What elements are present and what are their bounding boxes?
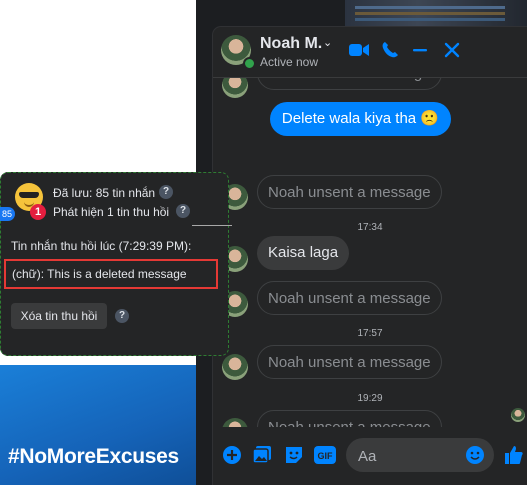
like-icon[interactable] bbox=[503, 444, 525, 466]
outgoing-message[interactable]: Delete wala kiya tha 🙁 bbox=[269, 102, 451, 136]
seen-avatar bbox=[511, 408, 525, 422]
gif-icon[interactable]: GIF bbox=[314, 444, 336, 466]
message-input-container bbox=[346, 438, 494, 474]
recalled-detected-text: Phát hiện 1 tin thu hồi bbox=[53, 205, 170, 219]
saved-messages-text: Đã lưu: 85 tin nhắn bbox=[53, 186, 156, 200]
deleted-message-text: (chữ): This is a deleted message bbox=[12, 267, 187, 281]
sender-avatar bbox=[222, 354, 248, 380]
background-thumbnail bbox=[345, 0, 527, 30]
message-input[interactable] bbox=[356, 438, 470, 474]
incoming-message[interactable]: Kaisa laga bbox=[257, 236, 350, 270]
unsent-message: Noah unsent a message bbox=[257, 410, 442, 427]
help-icon[interactable]: ? bbox=[115, 309, 129, 323]
sender-avatar bbox=[222, 418, 248, 427]
delete-recalled-button[interactable]: Xóa tin thu hồi bbox=[11, 303, 107, 329]
timestamp: 17:34 bbox=[357, 222, 383, 233]
unsent-message: Noah unsent a message bbox=[257, 281, 442, 315]
video-call-icon[interactable] bbox=[346, 37, 372, 63]
sticker-icon[interactable] bbox=[283, 444, 305, 466]
emoji-icon[interactable] bbox=[464, 444, 486, 466]
recalled-time-label: Tin nhắn thu hồi lúc (7:29:39 PM): bbox=[11, 239, 192, 253]
message-list[interactable]: Noah unsent a message Delete wala kiya t… bbox=[213, 78, 527, 427]
timestamp: 17:57 bbox=[357, 328, 383, 339]
deleted-message-box: (chữ): This is a deleted message bbox=[4, 259, 218, 289]
recall-detector-popup: 85 1 Đã lưu: 85 tin nhắn ? Phát hiện 1 t… bbox=[0, 172, 232, 356]
connector-line bbox=[192, 225, 232, 226]
chevron-down-icon[interactable]: ⌄ bbox=[323, 36, 332, 49]
unsent-message: Noah unsent a message bbox=[257, 345, 442, 379]
hashtag-text: #NoMoreExcuses bbox=[8, 445, 179, 468]
active-status: Active now bbox=[260, 55, 319, 69]
timestamp: 19:29 bbox=[357, 393, 383, 404]
minimize-icon[interactable] bbox=[407, 37, 433, 63]
chat-window: Noah M. ⌄ Active now Noah unsent a messa… bbox=[213, 27, 527, 485]
saved-count-badge: 85 bbox=[0, 207, 15, 221]
plus-icon[interactable] bbox=[221, 444, 243, 466]
outgoing-message-text: Delete wala kiya tha bbox=[281, 110, 417, 127]
help-icon[interactable]: ? bbox=[159, 185, 173, 199]
photo-icon[interactable] bbox=[251, 444, 273, 466]
close-icon[interactable] bbox=[439, 37, 465, 63]
background-header-strip bbox=[0, 0, 196, 40]
unsent-message: Noah unsent a message bbox=[257, 175, 442, 209]
notification-badge: 1 bbox=[30, 204, 46, 220]
contact-name[interactable]: Noah M. bbox=[260, 35, 322, 53]
unsent-message: Noah unsent a message bbox=[257, 78, 442, 90]
svg-text:GIF: GIF bbox=[318, 451, 334, 461]
help-icon[interactable]: ? bbox=[176, 204, 190, 218]
sender-avatar bbox=[222, 78, 248, 98]
message-composer: GIF bbox=[213, 432, 527, 477]
online-indicator bbox=[243, 57, 256, 70]
chat-header: Noah M. ⌄ Active now bbox=[213, 27, 527, 78]
sad-emoji-icon: 🙁 bbox=[420, 110, 439, 127]
phone-icon[interactable] bbox=[377, 37, 403, 63]
